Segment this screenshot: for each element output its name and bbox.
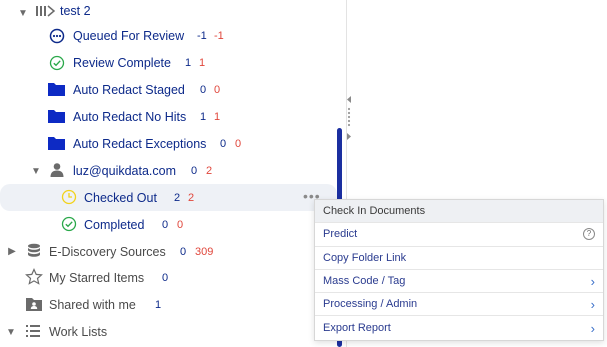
- caret-down-icon[interactable]: ▼: [18, 8, 28, 19]
- tree-item-label: Auto Redact No Hits: [73, 110, 187, 124]
- count-primary: 0: [162, 219, 169, 231]
- menu-item-copy-folder-link[interactable]: Copy Folder Link: [315, 247, 603, 270]
- tree-item-label: Checked Out: [84, 191, 157, 205]
- count-primary: 1: [185, 57, 192, 69]
- menu-item-label: Mass Code / Tag: [323, 275, 406, 288]
- count-primary: 0: [162, 272, 169, 284]
- count-secondary: 2: [206, 165, 213, 177]
- caret-right-icon[interactable]: ▶: [7, 246, 17, 257]
- tree-item-auto-redact-exceptions[interactable]: Auto Redact Exceptions 0 0: [0, 130, 337, 157]
- count-secondary: 1: [214, 111, 221, 123]
- menu-item-label: Export Report: [323, 322, 391, 335]
- check-circle-icon: [61, 216, 77, 232]
- clock-icon: [61, 189, 77, 205]
- folder-icon: [48, 110, 65, 123]
- chevron-right-icon: ›: [590, 296, 595, 312]
- tree-item-label: Review Complete: [73, 56, 171, 70]
- count-secondary: 0: [214, 84, 221, 96]
- count-primary: 0: [200, 84, 207, 96]
- tree-node-label: E-Discovery Sources: [49, 245, 166, 259]
- list-icon: [26, 325, 40, 337]
- list-collapse-icon: [36, 5, 56, 17]
- star-icon: [25, 268, 43, 285]
- pane-resize-handle-icon[interactable]: [346, 95, 353, 145]
- count-primary: 2: [174, 192, 181, 204]
- tree-item-checked-out[interactable]: Checked Out 2 2 •••: [0, 184, 337, 211]
- count-secondary: -1: [214, 30, 224, 42]
- more-circle-icon: [49, 28, 65, 44]
- caret-down-icon[interactable]: ▼: [31, 166, 41, 177]
- tree-node-label: My Starred Items: [49, 271, 145, 285]
- tree-item-review-complete[interactable]: Review Complete 1 1: [0, 49, 337, 76]
- count-primary: 1: [155, 299, 162, 311]
- tree-item-label: Queued For Review: [73, 29, 185, 43]
- count-primary: 0: [191, 165, 198, 177]
- tree-node-my-starred-items[interactable]: My Starred Items 0: [0, 264, 337, 291]
- menu-item-check-in-documents[interactable]: Check In Documents: [315, 200, 603, 224]
- menu-item-label: Processing / Admin: [323, 298, 418, 311]
- tree-node-shared-with-me[interactable]: Shared with me 1: [0, 291, 337, 318]
- tree-item-label: Auto Redact Staged: [73, 83, 185, 97]
- shared-folder-icon: [26, 298, 42, 311]
- chevron-right-icon: ›: [590, 273, 595, 289]
- help-icon[interactable]: ?: [583, 228, 595, 241]
- menu-item-predict[interactable]: Predict ?: [315, 223, 603, 247]
- menu-item-export-report[interactable]: Export Report ›: [315, 316, 603, 339]
- check-circle-icon: [49, 55, 65, 71]
- folder-tree: ▼ test 2 Queued For Review -1 -1 Review …: [0, 0, 346, 347]
- context-menu: Check In Documents Predict ? Copy Folder…: [314, 199, 604, 341]
- count-primary: 1: [200, 111, 207, 123]
- count-secondary: 0: [235, 138, 242, 150]
- tree-node-ediscovery-sources[interactable]: ▶ E-Discovery Sources 0 309: [0, 238, 337, 265]
- database-icon: [28, 243, 40, 257]
- menu-item-label: Copy Folder Link: [323, 251, 407, 264]
- menu-item-mass-code-tag[interactable]: Mass Code / Tag ›: [315, 270, 603, 294]
- count-secondary: 1: [199, 57, 206, 69]
- count-primary: 0: [220, 138, 227, 150]
- tree-node-test-2[interactable]: ▼ test 2: [0, 0, 337, 23]
- folder-icon: [48, 137, 65, 150]
- tree-item-queued-for-review[interactable]: Queued For Review -1 -1: [0, 22, 337, 49]
- menu-item-label: Predict: [323, 228, 358, 241]
- tree-item-auto-redact-staged[interactable]: Auto Redact Staged 0 0: [0, 76, 337, 103]
- tree-node-label: test 2: [60, 4, 91, 18]
- tree-item-auto-redact-no-hits[interactable]: Auto Redact No Hits 1 1: [0, 103, 337, 130]
- menu-item-processing-admin[interactable]: Processing / Admin ›: [315, 293, 603, 317]
- count-secondary: 0: [177, 219, 184, 231]
- caret-down-icon[interactable]: ▼: [6, 327, 16, 338]
- user-icon: [50, 163, 64, 177]
- count-secondary: 309: [195, 246, 214, 258]
- tree-item-label: Auto Redact Exceptions: [73, 137, 207, 151]
- menu-item-label: Check In Documents: [323, 205, 426, 218]
- count-primary: 0: [180, 246, 187, 258]
- tree-node-label: Shared with me: [49, 298, 136, 312]
- tree-item-completed[interactable]: Completed 0 0: [0, 211, 337, 238]
- tree-node-user[interactable]: ▼ luz@quikdata.com 0 2: [0, 157, 337, 184]
- tree-node-label: luz@quikdata.com: [73, 164, 177, 178]
- tree-item-label: Completed: [84, 218, 145, 232]
- tree-node-work-lists[interactable]: ▼ Work Lists: [0, 318, 337, 345]
- tree-node-label: Work Lists: [49, 325, 108, 339]
- count-secondary: 2: [188, 192, 195, 204]
- chevron-right-icon: ›: [590, 320, 595, 336]
- folder-icon: [48, 83, 65, 96]
- count-primary: -1: [197, 30, 207, 42]
